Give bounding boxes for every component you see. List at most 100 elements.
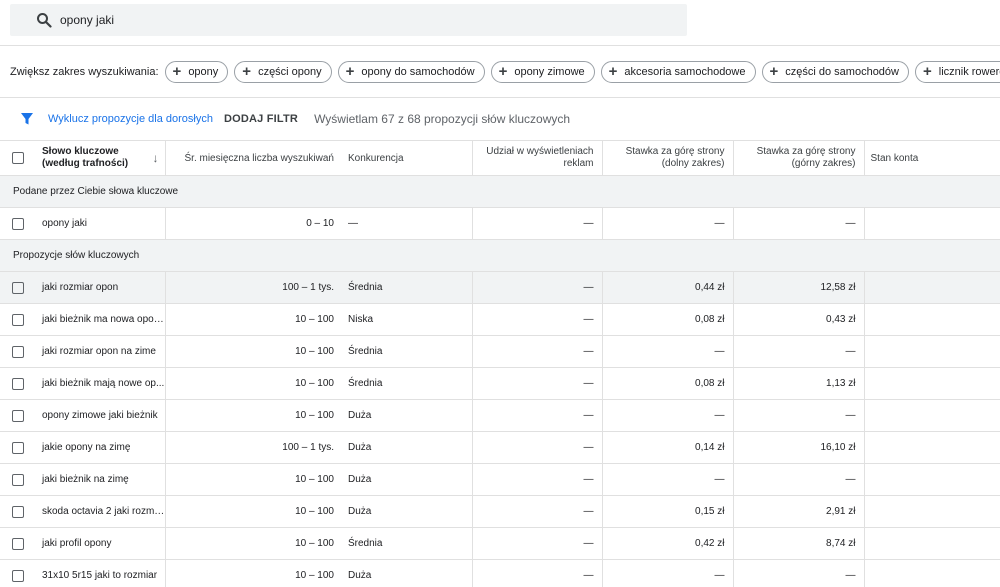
row-checkbox-cell	[0, 463, 36, 496]
table-row[interactable]: jaki bieżnik ma nowa opona 10 – 100 Niska —…	[0, 303, 1000, 336]
row-checkbox[interactable]	[12, 569, 24, 582]
bid-low-cell: —	[601, 463, 733, 496]
competition-cell: Duża	[342, 495, 472, 528]
plus-icon: +	[172, 63, 182, 80]
account-status-cell	[863, 303, 1000, 336]
keyword-cell: jaki bieżnik ma nowa opona	[36, 303, 165, 336]
impression-share-cell: —	[471, 463, 602, 496]
bid-low-cell: 0,15 zł	[601, 495, 733, 528]
row-checkbox[interactable]	[12, 345, 24, 358]
refine-chip[interactable]: + opony do samochodów	[337, 60, 485, 83]
searches-cell: 10 – 100	[164, 527, 342, 560]
search-bar[interactable]: opony jaki	[10, 4, 687, 36]
bid-high-cell: 2,91 zł	[732, 495, 864, 528]
table-row[interactable]: jaki profil opony 10 – 100 Średnia —0,42 zł…	[0, 527, 1000, 560]
refine-chips: + opony + części opony + opony do samochodó…	[164, 60, 1000, 83]
searches-cell: 10 – 100	[164, 463, 342, 496]
header-competition[interactable]: Konkurencja	[342, 140, 472, 176]
table-row[interactable]: opony jaki 0 – 10— — — —	[0, 207, 1000, 240]
table-row[interactable]: jaki rozmiar opon 100 – 1 tys. Średnia —0,4…	[0, 271, 1000, 304]
table-row[interactable]: 31x10 5r15 jaki to rozmiar 10 – 100 Duża — —…	[0, 559, 1000, 587]
competition-cell: Duża	[342, 559, 472, 587]
account-status-cell	[863, 399, 1000, 432]
searches-cell: 10 – 100	[164, 335, 342, 368]
refine-chip[interactable]: + opony	[164, 60, 229, 83]
competition-cell: Średnia	[342, 335, 472, 368]
row-checkbox-cell	[0, 367, 36, 400]
row-checkbox[interactable]	[12, 473, 24, 486]
bid-high-cell: —	[732, 399, 864, 432]
refine-search-row: Zwiększ zakres wyszukiwania: + opony + czę…	[0, 45, 1000, 98]
group-label: Propozycje słów kluczowych	[0, 239, 1000, 272]
table-header-row: Słowo kluczowe (według trafności) ↓ Śr. m…	[0, 140, 1000, 176]
row-checkbox[interactable]	[12, 313, 24, 326]
table-row[interactable]: jakie opony na zimę 100 – 1 tys. Duża —0,14…	[0, 431, 1000, 464]
add-filter-button[interactable]: DODAJ FILTR	[224, 113, 298, 125]
table-row[interactable]: jaki bieżnik mają nowe op... 10 – 100 Śred…	[0, 367, 1000, 400]
row-checkbox[interactable]	[12, 441, 24, 454]
header-avg-searches[interactable]: Śr. miesięczna liczba wyszukiwań	[164, 140, 342, 176]
searches-cell: 10 – 100	[164, 495, 342, 528]
account-status-cell	[863, 207, 1000, 240]
searches-cell: 0 – 10	[164, 207, 342, 240]
bid-low-cell: 0,08 zł	[601, 367, 733, 400]
filter-icon[interactable]	[20, 112, 34, 126]
plus-icon: +	[345, 63, 355, 80]
plus-icon: +	[498, 63, 508, 80]
competition-cell: Duża	[342, 463, 472, 496]
header-keyword[interactable]: Słowo kluczowe (według trafności) ↓	[36, 140, 165, 176]
row-checkbox[interactable]	[12, 409, 24, 422]
competition-cell: Duża	[342, 431, 472, 464]
impression-share-cell: —	[471, 431, 602, 464]
table-row[interactable]: skoda octavia 2 jaki rozmi... 10 – 100 Duż…	[0, 495, 1000, 528]
account-status-cell	[863, 527, 1000, 560]
select-all-checkbox[interactable]	[12, 152, 24, 164]
exclude-adult-link[interactable]: Wyklucz propozycje dla dorosłych	[48, 113, 213, 125]
bid-high-cell: 0,43 zł	[732, 303, 864, 336]
keyword-table: Słowo kluczowe (według trafności) ↓ Śr. m…	[0, 140, 1000, 587]
keyword-cell: 31x10 5r15 jaki to rozmiar	[36, 559, 165, 587]
row-checkbox[interactable]	[12, 505, 24, 518]
row-checkbox[interactable]	[12, 217, 24, 230]
bid-low-cell: 0,44 zł	[601, 271, 733, 304]
row-checkbox[interactable]	[12, 537, 24, 550]
bid-high-cell: 16,10 zł	[732, 431, 864, 464]
header-bid-high[interactable]: Stawka za górę strony (górny zakres)	[732, 140, 864, 176]
search-icon	[36, 12, 52, 28]
account-status-cell	[863, 271, 1000, 304]
searches-cell: 10 – 100	[164, 303, 342, 336]
header-account-status[interactable]: Stan konta	[863, 140, 1000, 176]
refine-chip[interactable]: +licznik rowerowy jaki	[915, 60, 1000, 83]
row-checkbox-cell	[0, 495, 36, 528]
group-row-provided: Podane przez Ciebie słowa kluczowe	[0, 175, 1000, 208]
searches-cell: 100 – 1 tys.	[164, 431, 342, 464]
impression-share-cell: —	[471, 495, 602, 528]
row-checkbox-cell	[0, 527, 36, 560]
table-row[interactable]: jaki rozmiar opon na zime 10 – 100 Średnia…	[0, 335, 1000, 368]
search-query[interactable]: opony jaki	[60, 13, 114, 27]
row-checkbox[interactable]	[12, 377, 24, 390]
table-row[interactable]: opony zimowe jaki bieżnik 10 – 100 Duża — — —	[0, 399, 1000, 432]
competition-cell: Niska	[342, 303, 472, 336]
impression-share-cell: —	[471, 271, 602, 304]
row-checkbox[interactable]	[12, 281, 24, 294]
refine-chip[interactable]: + akcesoria samochodowe	[600, 60, 756, 83]
refine-chip[interactable]: + części do samochodów	[761, 60, 909, 83]
competition-cell: Średnia	[342, 527, 472, 560]
refine-label: Zwiększ zakres wyszukiwania:	[10, 65, 159, 78]
arrow-down-icon[interactable]: ↓	[153, 152, 159, 164]
account-status-cell	[863, 559, 1000, 587]
keyword-cell: jaki profil opony	[36, 527, 165, 560]
row-checkbox-cell	[0, 207, 36, 240]
refine-chip[interactable]: + części opony	[234, 60, 332, 83]
refine-chip[interactable]: + opony zimowe	[490, 60, 595, 83]
header-impression-share[interactable]: Udział w wyświetleniach reklam	[471, 140, 602, 176]
bid-high-cell: —	[732, 559, 864, 587]
plus-icon: +	[242, 63, 252, 80]
searches-cell: 10 – 100	[164, 399, 342, 432]
competition-cell: Duża	[342, 399, 472, 432]
table-row[interactable]: jaki bieżnik na zimę 10 – 100 Duża — — —	[0, 463, 1000, 496]
header-bid-low[interactable]: Stawka za górę strony (dolny zakres)	[601, 140, 733, 176]
impression-share-cell: —	[471, 559, 602, 587]
bid-low-cell: 0,42 zł	[601, 527, 733, 560]
